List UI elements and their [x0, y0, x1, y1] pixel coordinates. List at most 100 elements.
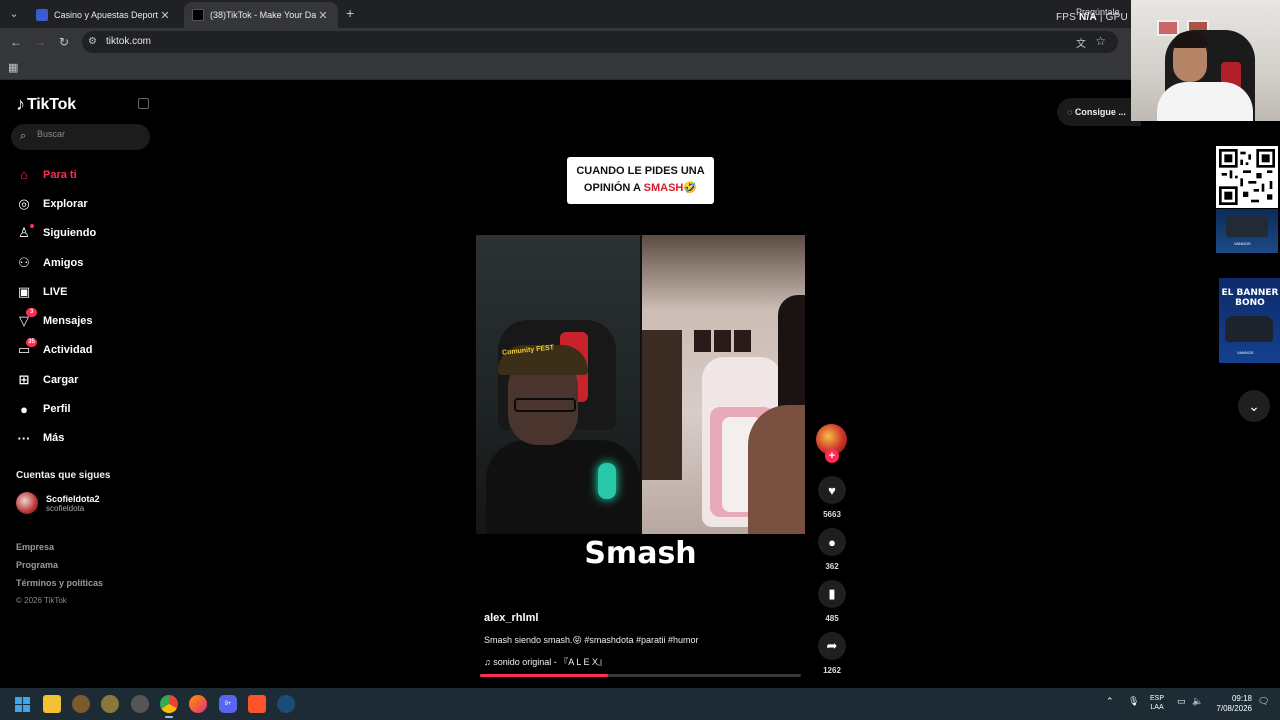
account-handle: scofieldota — [46, 503, 85, 513]
clock-date: 7/08/2026 — [1216, 704, 1252, 713]
apps-grid-icon[interactable]: ▦ — [8, 61, 18, 74]
video-overlay-caption: CUANDO LE PIDES UNA OPINIÓN A SMASH🤣 — [567, 157, 714, 204]
home-icon: ⌂ — [20, 167, 28, 183]
overwolf-icon[interactable] — [101, 695, 119, 713]
get-coins-button[interactable]: ◌ Consigue ... — [1057, 98, 1141, 126]
tiktok-favicon-icon — [192, 9, 204, 21]
tray-chevron-up-icon[interactable]: ⌃ — [1106, 696, 1114, 707]
system-clock[interactable]: 09:18 7/08/2026 — [1214, 694, 1252, 714]
microphone-icon[interactable]: 🎙 — [1128, 696, 1139, 707]
discord-icon[interactable]: 9+ — [219, 695, 237, 713]
search-box[interactable]: ⌕ — [11, 124, 150, 150]
sidebar-item-amigos[interactable]: ⚇ Amigos — [16, 248, 146, 277]
tab-label: Casino y Apuestas Deportivas C — [54, 10, 158, 20]
qr-code-icon — [1219, 149, 1275, 205]
network-icon[interactable]: ▭ — [1177, 696, 1186, 707]
video-player[interactable]: Comunity FEST — [476, 235, 805, 534]
search-input[interactable] — [37, 129, 147, 139]
collapse-sidebar-icon[interactable] — [138, 98, 149, 109]
file-explorer-icon[interactable] — [43, 695, 61, 713]
video-description: Smash siendo smash.😝 #smashdota #paratii… — [484, 635, 699, 645]
overlay-prefix: OPINIÓN A — [583, 182, 644, 194]
sidebar-item-siguiendo[interactable]: ♙ Siguiendo — [16, 219, 146, 248]
ask-label[interactable]: Pregúntale — [1076, 7, 1120, 17]
brand-name: TikTok — [27, 95, 76, 113]
site-info-icon[interactable]: ⚙ — [88, 36, 97, 47]
sidebar-item-actividad[interactable]: ▭ 35 Actividad — [16, 336, 146, 365]
bookmark-star-icon[interactable]: ☆ — [1095, 34, 1106, 48]
translate-icon[interactable]: 文 — [1076, 35, 1086, 50]
share-button[interactable]: ➦ 1262 — [816, 632, 848, 675]
brave-icon[interactable] — [248, 695, 266, 713]
notification-icon[interactable]: 🗨 — [1258, 696, 1269, 707]
live-icon: ▣ — [17, 283, 31, 299]
language-indicator[interactable]: ESP LAA — [1150, 694, 1164, 712]
sidebar-item-mensajes[interactable]: ▽ 3 Mensajes — [16, 306, 146, 335]
video-sound[interactable]: ♫ sonido original - 『A L E X』 — [484, 655, 607, 668]
music-note-icon: ♫ — [484, 657, 494, 667]
firefox-icon[interactable] — [189, 695, 207, 713]
share-count: 1262 — [823, 666, 841, 675]
sidebar-item-label: Perfil — [43, 403, 71, 416]
address-bar[interactable]: ⚙ tiktok.com 文 ☆ — [82, 31, 1118, 53]
tab-casino[interactable]: Casino y Apuestas Deportivas C ✕ — [28, 2, 180, 28]
ad-banner-small[interactable]: VANNOS — [1216, 209, 1278, 253]
reload-icon[interactable]: ↻ — [56, 34, 72, 50]
tab-tiktok[interactable]: (38)TikTok - Make Your Day ✕ — [184, 2, 338, 28]
overlay-line-1: CUANDO LE PIDES UNA — [576, 165, 705, 177]
sidebar-item-para-ti[interactable]: ⌂ Para ti — [16, 160, 146, 189]
posters-image — [694, 330, 774, 354]
compass-icon: ◎ — [18, 195, 30, 211]
sidebar-item-label: Para ti — [43, 168, 77, 181]
sidebar-item-live[interactable]: ▣ LIVE — [16, 277, 146, 306]
sidebar-item-explorar[interactable]: ◎ Explorar — [16, 189, 146, 218]
back-arrow-icon[interactable]: ← — [8, 34, 24, 50]
obs-icon[interactable] — [131, 695, 149, 713]
volume-icon[interactable]: 🔈 — [1192, 696, 1203, 707]
lang-line-2: LAA — [1150, 704, 1164, 711]
footer-link-terminos[interactable]: Términos y políticas — [16, 578, 103, 596]
sidebar-item-mas[interactable]: ··· Más — [16, 424, 146, 453]
new-tab-button[interactable]: + — [346, 5, 354, 21]
tab-search-icon[interactable]: ⌄ — [6, 6, 22, 22]
ad-banner-bono[interactable]: EL BANNER BONO VANNOS — [1219, 278, 1280, 363]
comment-count: 362 — [825, 562, 839, 571]
activity-badge: 35 — [26, 337, 37, 347]
casino-favicon-icon — [36, 9, 48, 21]
glasses-image — [514, 398, 576, 412]
footer-link-programa[interactable]: Programa — [16, 560, 103, 578]
video-progress-bar[interactable] — [480, 674, 801, 677]
steam-icon[interactable] — [277, 695, 295, 713]
tab-close-icon[interactable]: ✕ — [316, 9, 330, 22]
more-icon: ··· — [17, 430, 31, 446]
lang-line-1: ESP — [1150, 695, 1165, 702]
following-account[interactable]: Scofieldota2 scofieldota — [16, 492, 100, 514]
comment-button[interactable]: ● 362 — [816, 528, 848, 571]
like-button[interactable]: ♥ 5663 — [816, 476, 848, 519]
sidebar-item-label: Cargar — [43, 373, 79, 386]
footer-link-empresa[interactable]: Empresa — [16, 542, 103, 560]
forward-arrow-icon[interactable]: → — [32, 34, 48, 50]
laughing-emoji-icon: 🤣 — [683, 182, 698, 194]
windows-taskbar: 9+ ⌃ 🎙 ESP LAA ▭ 🔈 09:18 7/08/2026 🗨 — [0, 688, 1280, 720]
notification-dot — [30, 223, 34, 228]
clock-time: 09:18 — [1231, 694, 1252, 703]
sidebar-footer: Empresa Programa Términos y políticas © … — [16, 542, 103, 614]
tab-close-icon[interactable]: ✕ — [158, 9, 172, 22]
video-progress-fill — [480, 674, 609, 677]
next-video-button[interactable]: ⌄ — [1238, 390, 1270, 422]
like-count: 5663 — [823, 510, 841, 519]
save-button[interactable]: ▮ 485 — [816, 580, 848, 623]
chrome-icon[interactable] — [160, 695, 178, 718]
arm-image — [748, 405, 805, 534]
streamer-shirt — [1157, 82, 1253, 121]
game-app-icon[interactable] — [72, 695, 90, 713]
video-author[interactable]: alex_rhlml — [484, 612, 538, 624]
sidebar-item-perfil[interactable]: ● Perfil — [16, 394, 146, 423]
ad-small-text: VANNOS — [1237, 350, 1254, 355]
tiktok-logo[interactable]: ♪ TikTok — [16, 94, 76, 115]
follow-plus-icon[interactable]: + — [825, 449, 839, 463]
sidebar-item-cargar[interactable]: ⊞ Cargar — [16, 365, 146, 394]
messages-badge: 3 — [26, 308, 37, 318]
windows-start-icon[interactable] — [13, 695, 31, 713]
